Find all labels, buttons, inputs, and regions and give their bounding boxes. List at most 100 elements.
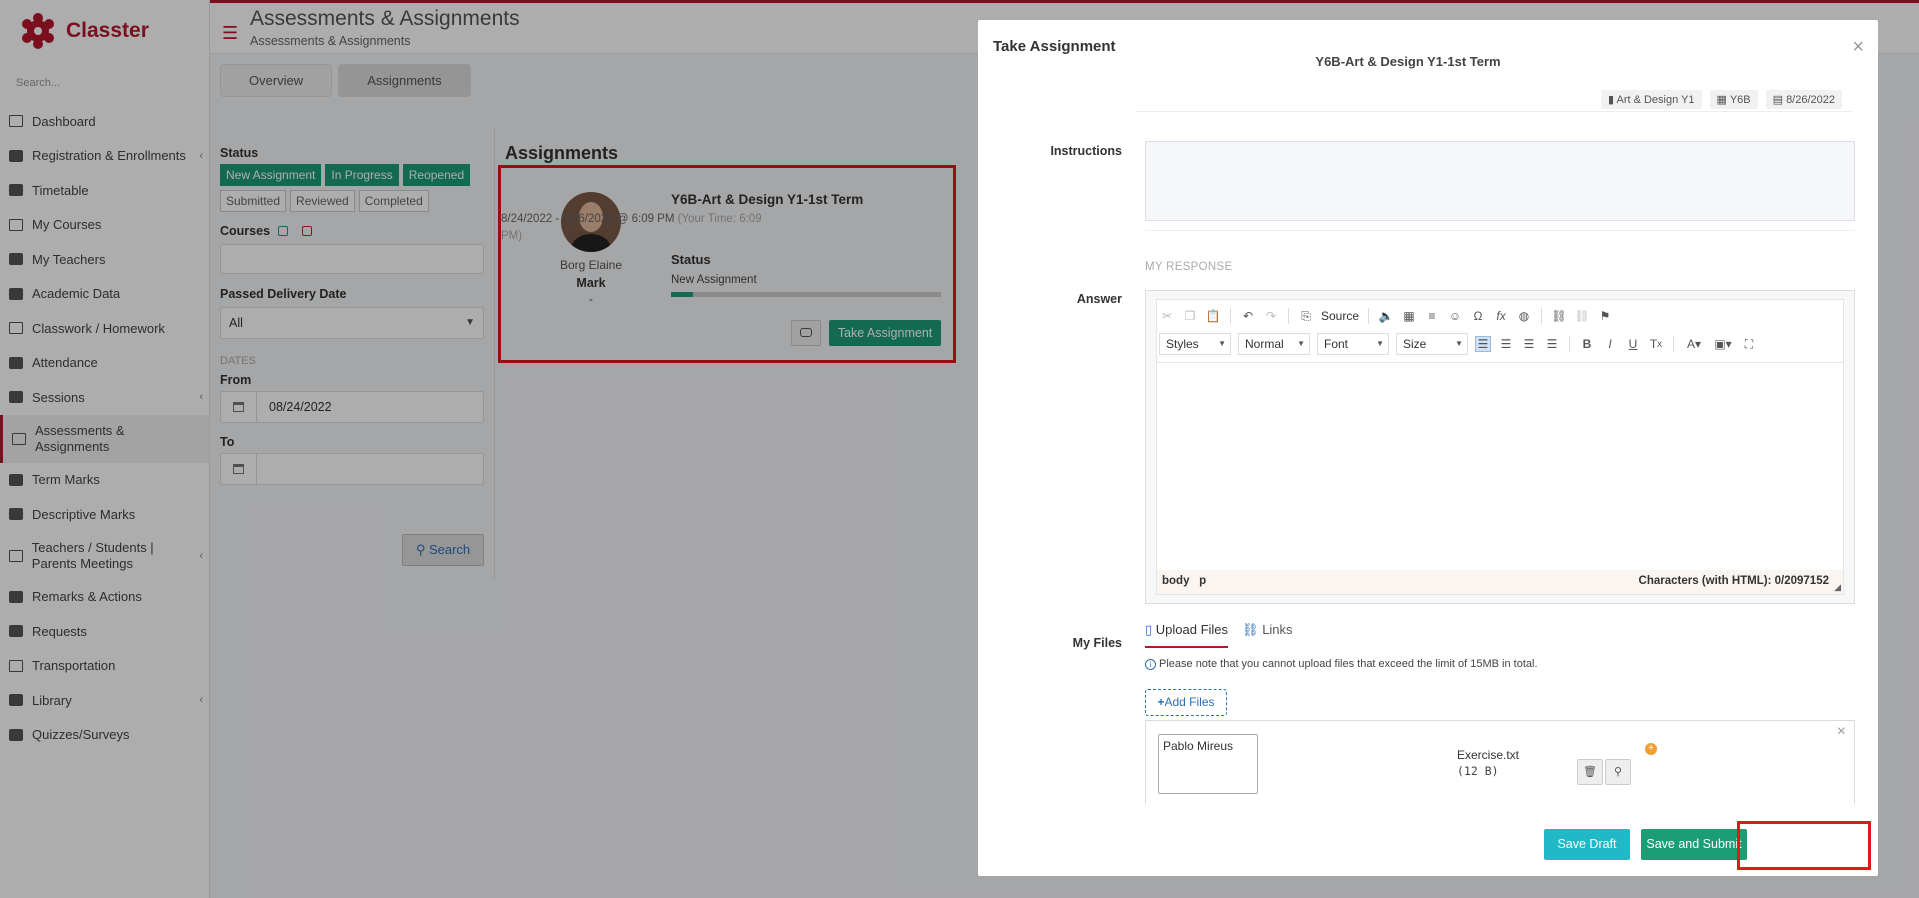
take-assignment-modal: Take Assignment Y6B-Art & Design Y1-1st … — [978, 20, 1878, 876]
preview-file-button[interactable]: ⚲ — [1605, 759, 1631, 785]
path-p[interactable]: p — [1199, 575, 1206, 587]
undo-icon[interactable]: ↶ — [1240, 308, 1256, 324]
separator — [1288, 308, 1289, 324]
chevron-down-icon: ▼ — [1218, 339, 1226, 348]
horizontal-line-icon[interactable]: ≡ — [1424, 308, 1440, 324]
resize-handle-icon[interactable]: ◢ — [1834, 582, 1841, 593]
justify-icon[interactable]: ☰ — [1544, 336, 1560, 352]
format-dropdown[interactable]: Normal ▼ — [1238, 333, 1310, 355]
close-icon[interactable]: × — [1852, 36, 1864, 59]
calendar-icon: ▤ — [1772, 94, 1787, 106]
align-center-icon[interactable]: ☰ — [1498, 336, 1514, 352]
unlink-icon[interactable]: ⛓ — [1574, 308, 1590, 324]
file-tabs: ▯ Upload Files ⛓ Links — [1145, 622, 1293, 648]
date-tag-label: 8/26/2022 — [1786, 94, 1835, 106]
separator — [1230, 308, 1231, 324]
audio-icon[interactable]: 🔈 — [1378, 308, 1394, 324]
class-tag: ▦ Y6B — [1709, 90, 1758, 109]
highlight-frame — [1737, 821, 1871, 870]
file-name: Exercise.txt — [1457, 748, 1520, 762]
background-color-icon[interactable]: ▣▾ — [1712, 336, 1734, 352]
file-description-input[interactable]: Pablo Mireus — [1158, 734, 1258, 794]
chevron-down-icon: ▼ — [1297, 339, 1305, 348]
save-draft-button[interactable]: Save Draft — [1544, 829, 1630, 860]
tab-upload-files[interactable]: ▯ Upload Files — [1145, 622, 1229, 648]
font-dropdown-label: Font — [1324, 337, 1349, 351]
chevron-down-icon: ▼ — [1455, 339, 1463, 348]
remove-format-icon[interactable]: Tx — [1648, 336, 1664, 352]
save-and-submit-button[interactable]: Save and Submit — [1641, 829, 1747, 860]
special-char-icon[interactable]: Ω — [1470, 308, 1486, 324]
editor-toolbar-row-1: ✂ ❐ 📋 ↶ ↷ ⎘ Source 🔈 ▦ ≡ ☺ Ω fx ◍ ⛓ ⛓ ⚑ — [1159, 304, 1613, 328]
separator — [1673, 336, 1674, 352]
delete-file-button[interactable]: 🗑 — [1577, 759, 1603, 785]
size-dropdown[interactable]: Size ▼ — [1396, 333, 1468, 355]
answer-label: Answer — [1076, 292, 1122, 306]
align-right-icon[interactable]: ☰ — [1521, 336, 1537, 352]
instructions-label: Instructions — [1050, 144, 1122, 158]
size-dropdown-label: Size — [1403, 337, 1427, 351]
cut-icon[interactable]: ✂ — [1159, 308, 1175, 324]
styles-dropdown[interactable]: Styles ▼ — [1159, 333, 1231, 355]
divider — [1145, 230, 1855, 231]
zoom-icon: ⚲ — [1613, 766, 1623, 778]
class-icon: ▦ — [1716, 94, 1730, 106]
formula-icon[interactable]: fx — [1493, 308, 1509, 324]
font-dropdown[interactable]: Font ▼ — [1317, 333, 1389, 355]
bold-icon[interactable]: B — [1579, 336, 1595, 352]
divider — [1136, 111, 1852, 112]
link-icon[interactable]: ⛓ — [1551, 308, 1567, 324]
upload-limit-note: i Please note that you cannot upload file… — [1145, 658, 1538, 670]
rich-text-editor: ✂ ❐ 📋 ↶ ↷ ⎘ Source 🔈 ▦ ≡ ☺ Ω fx ◍ ⛓ ⛓ ⚑ … — [1145, 290, 1855, 604]
tab-links[interactable]: ⛓ Links — [1242, 622, 1293, 648]
modal-title: Take Assignment — [993, 38, 1116, 55]
editor-status-bar: body p Characters (with HTML): 0/2097152… — [1157, 570, 1843, 594]
chevron-down-icon: ▼ — [1376, 339, 1384, 348]
file-icon: ▯ — [1145, 622, 1153, 637]
add-icon[interactable]: + — [1645, 743, 1657, 755]
source-button[interactable]: Source — [1321, 309, 1359, 323]
link-icon: ⛓ — [1242, 622, 1259, 637]
upload-limit-text: Please note that you cannot upload files… — [1159, 658, 1538, 670]
assignment-tags: ▮ Art & Design Y1 ▦ Y6B ▤ 8/26/2022 — [1600, 90, 1842, 109]
copy-icon[interactable]: ❐ — [1182, 308, 1198, 324]
add-files-button[interactable]: +Add Files — [1145, 689, 1227, 716]
tab-upload-files-label: Upload Files — [1155, 622, 1229, 637]
text-color-icon[interactable]: A▾ — [1683, 336, 1705, 352]
smiley-icon[interactable]: ☺ — [1447, 308, 1463, 324]
add-files-label: Add Files — [1164, 695, 1215, 709]
my-response-label: MY RESPONSE — [1145, 261, 1233, 273]
trash-icon: 🗑 — [1583, 766, 1597, 778]
underline-icon[interactable]: U — [1625, 336, 1641, 352]
class-tag-label: Y6B — [1729, 94, 1751, 106]
modal-subtitle: Y6B-Art & Design Y1-1st Term — [1315, 54, 1501, 69]
character-count: Characters (with HTML): 0/2097152 — [1638, 575, 1829, 587]
separator — [1368, 308, 1370, 324]
align-left-icon[interactable]: ☰ — [1475, 336, 1491, 352]
table-icon[interactable]: ▦ — [1401, 308, 1417, 324]
uploaded-file-row: × Pablo Mireus Exercise.txt (12 B) + 🗑 ⚲ — [1145, 720, 1855, 804]
iframe-icon[interactable]: ◍ — [1516, 308, 1532, 324]
my-files-label: My Files — [1072, 636, 1122, 650]
styles-dropdown-label: Styles — [1166, 337, 1199, 351]
italic-icon[interactable]: I — [1602, 336, 1618, 352]
anchor-flag-icon[interactable]: ⚑ — [1597, 308, 1613, 324]
info-icon: i — [1145, 659, 1156, 670]
tab-links-label: Links — [1262, 622, 1293, 637]
date-tag: ▤ 8/26/2022 — [1765, 90, 1842, 109]
separator — [1541, 308, 1543, 324]
editor-toolbar-row-2: Styles ▼ Normal ▼ Font ▼ Size ▼ ☰ ☰ ☰ ☰ B I … — [1159, 332, 1757, 356]
editor-frame: ✂ ❐ 📋 ↶ ↷ ⎘ Source 🔈 ▦ ≡ ☺ Ω fx ◍ ⛓ ⛓ ⚑ … — [1156, 299, 1844, 595]
source-icon[interactable]: ⎘ — [1298, 308, 1314, 324]
course-tag: ▮ Art & Design Y1 — [1600, 90, 1702, 109]
course-tag-label: Art & Design Y1 — [1616, 94, 1695, 106]
format-dropdown-label: Normal — [1245, 337, 1284, 351]
separator — [1569, 336, 1570, 352]
element-path: body p — [1162, 575, 1206, 587]
maximize-icon[interactable]: ⛶ — [1741, 336, 1757, 352]
editor-content-area[interactable] — [1157, 362, 1843, 562]
close-icon[interactable]: × — [1837, 723, 1846, 741]
redo-icon[interactable]: ↷ — [1263, 308, 1279, 324]
paste-icon[interactable]: 📋 — [1205, 308, 1221, 324]
path-body[interactable]: body — [1162, 575, 1189, 587]
